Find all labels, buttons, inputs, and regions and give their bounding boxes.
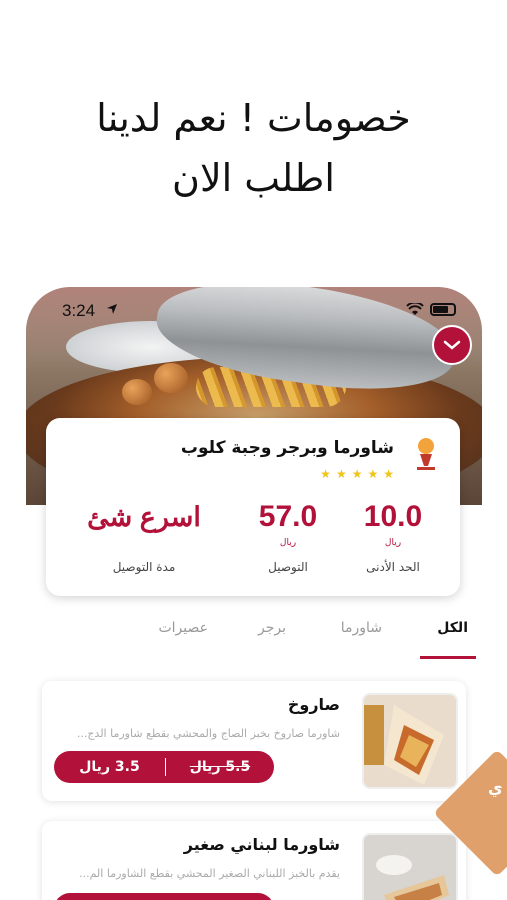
price-divider: [165, 758, 166, 776]
wifi-icon: [406, 303, 424, 315]
promo-line-2: اطلب الان: [172, 156, 335, 200]
metric-label: الحد الأدنى: [366, 560, 420, 574]
tab-burger[interactable]: برجر: [258, 620, 286, 636]
item-description: يقدم بالخبز اللبناني الصغير المحشي بقطع …: [79, 867, 340, 880]
status-indicators: [406, 303, 456, 316]
metric-label: التوصيل: [268, 560, 308, 574]
star-icon: ★: [383, 467, 394, 481]
category-tabs: الكل شاورما برجر عصيرات: [26, 620, 482, 660]
metric-label: مدة التوصيل: [112, 560, 176, 574]
item-image: [362, 693, 458, 789]
metric-value: 57.0: [258, 500, 318, 533]
metric-minimum-order: 10.0 ريال الحد الأدنى: [348, 500, 438, 574]
promo-headline: خصومات ! نعم لدينا اطلب الان: [0, 92, 507, 204]
star-icon: ★: [351, 467, 363, 481]
menu-item-card[interactable]: صاروخ شاورما صاروخ بخبز الصاج والمحشي بق…: [42, 681, 466, 801]
metric-delivery-time: اسرع شئ مدة التوصيل: [64, 500, 224, 574]
metric-value: اسرع شئ: [87, 502, 201, 532]
metric-unit: ريال: [384, 538, 402, 548]
metric-unit: ريال: [279, 538, 297, 548]
old-price: 5.5 ريال: [189, 759, 251, 775]
restaurant-info-card: شاورما وبرجر وجبة كلوب ★ ★ ★ ★ ★ 10.0 ري…: [46, 418, 460, 596]
phone-screen: 3:24 شاورما وبرجر وجبة كلوب ★ ★ ★ ★ ★ 10…: [26, 287, 482, 900]
item-title: صاروخ: [287, 695, 340, 714]
item-title: شاورما لبناني صغير: [183, 835, 340, 854]
price-pill[interactable]: 5.5 ريال 3.5 ريال: [54, 751, 274, 783]
chevron-down-icon: [443, 340, 461, 350]
collapse-button[interactable]: [432, 325, 472, 365]
metric-value: 10.0: [363, 500, 423, 533]
price-pill[interactable]: [54, 893, 274, 900]
tab-all[interactable]: الكل: [437, 620, 468, 636]
rating-stars: ★ ★ ★ ★ ★: [320, 468, 394, 480]
metric-delivery-fee: 57.0 ريال التوصيل: [238, 500, 338, 574]
menu-item-card[interactable]: شاورما لبناني صغير يقدم بالخبز اللبناني …: [42, 821, 466, 900]
location-arrow-icon: [107, 304, 117, 314]
battery-icon: [430, 303, 456, 316]
star-icon: ★: [367, 467, 379, 481]
status-time: 3:24: [62, 301, 96, 320]
side-promo-text: ي: [488, 778, 503, 797]
item-description: شاورما صاروخ بخبز الصاج والمحشي بقطع شاو…: [76, 727, 340, 740]
star-icon: ★: [320, 467, 331, 481]
tab-juices[interactable]: عصيرات: [158, 620, 208, 636]
star-icon: ★: [335, 467, 347, 481]
promo-line-1: خصومات ! نعم لدينا: [96, 96, 411, 140]
tab-shawarma[interactable]: شاورما: [341, 620, 382, 636]
active-tab-indicator: [420, 656, 476, 659]
new-price: 3.5 ريال: [79, 759, 140, 775]
restaurant-name: شاورما وبرجر وجبة كلوب: [180, 438, 394, 458]
restaurant-logo-icon: [417, 438, 435, 470]
item-image: [362, 833, 458, 900]
